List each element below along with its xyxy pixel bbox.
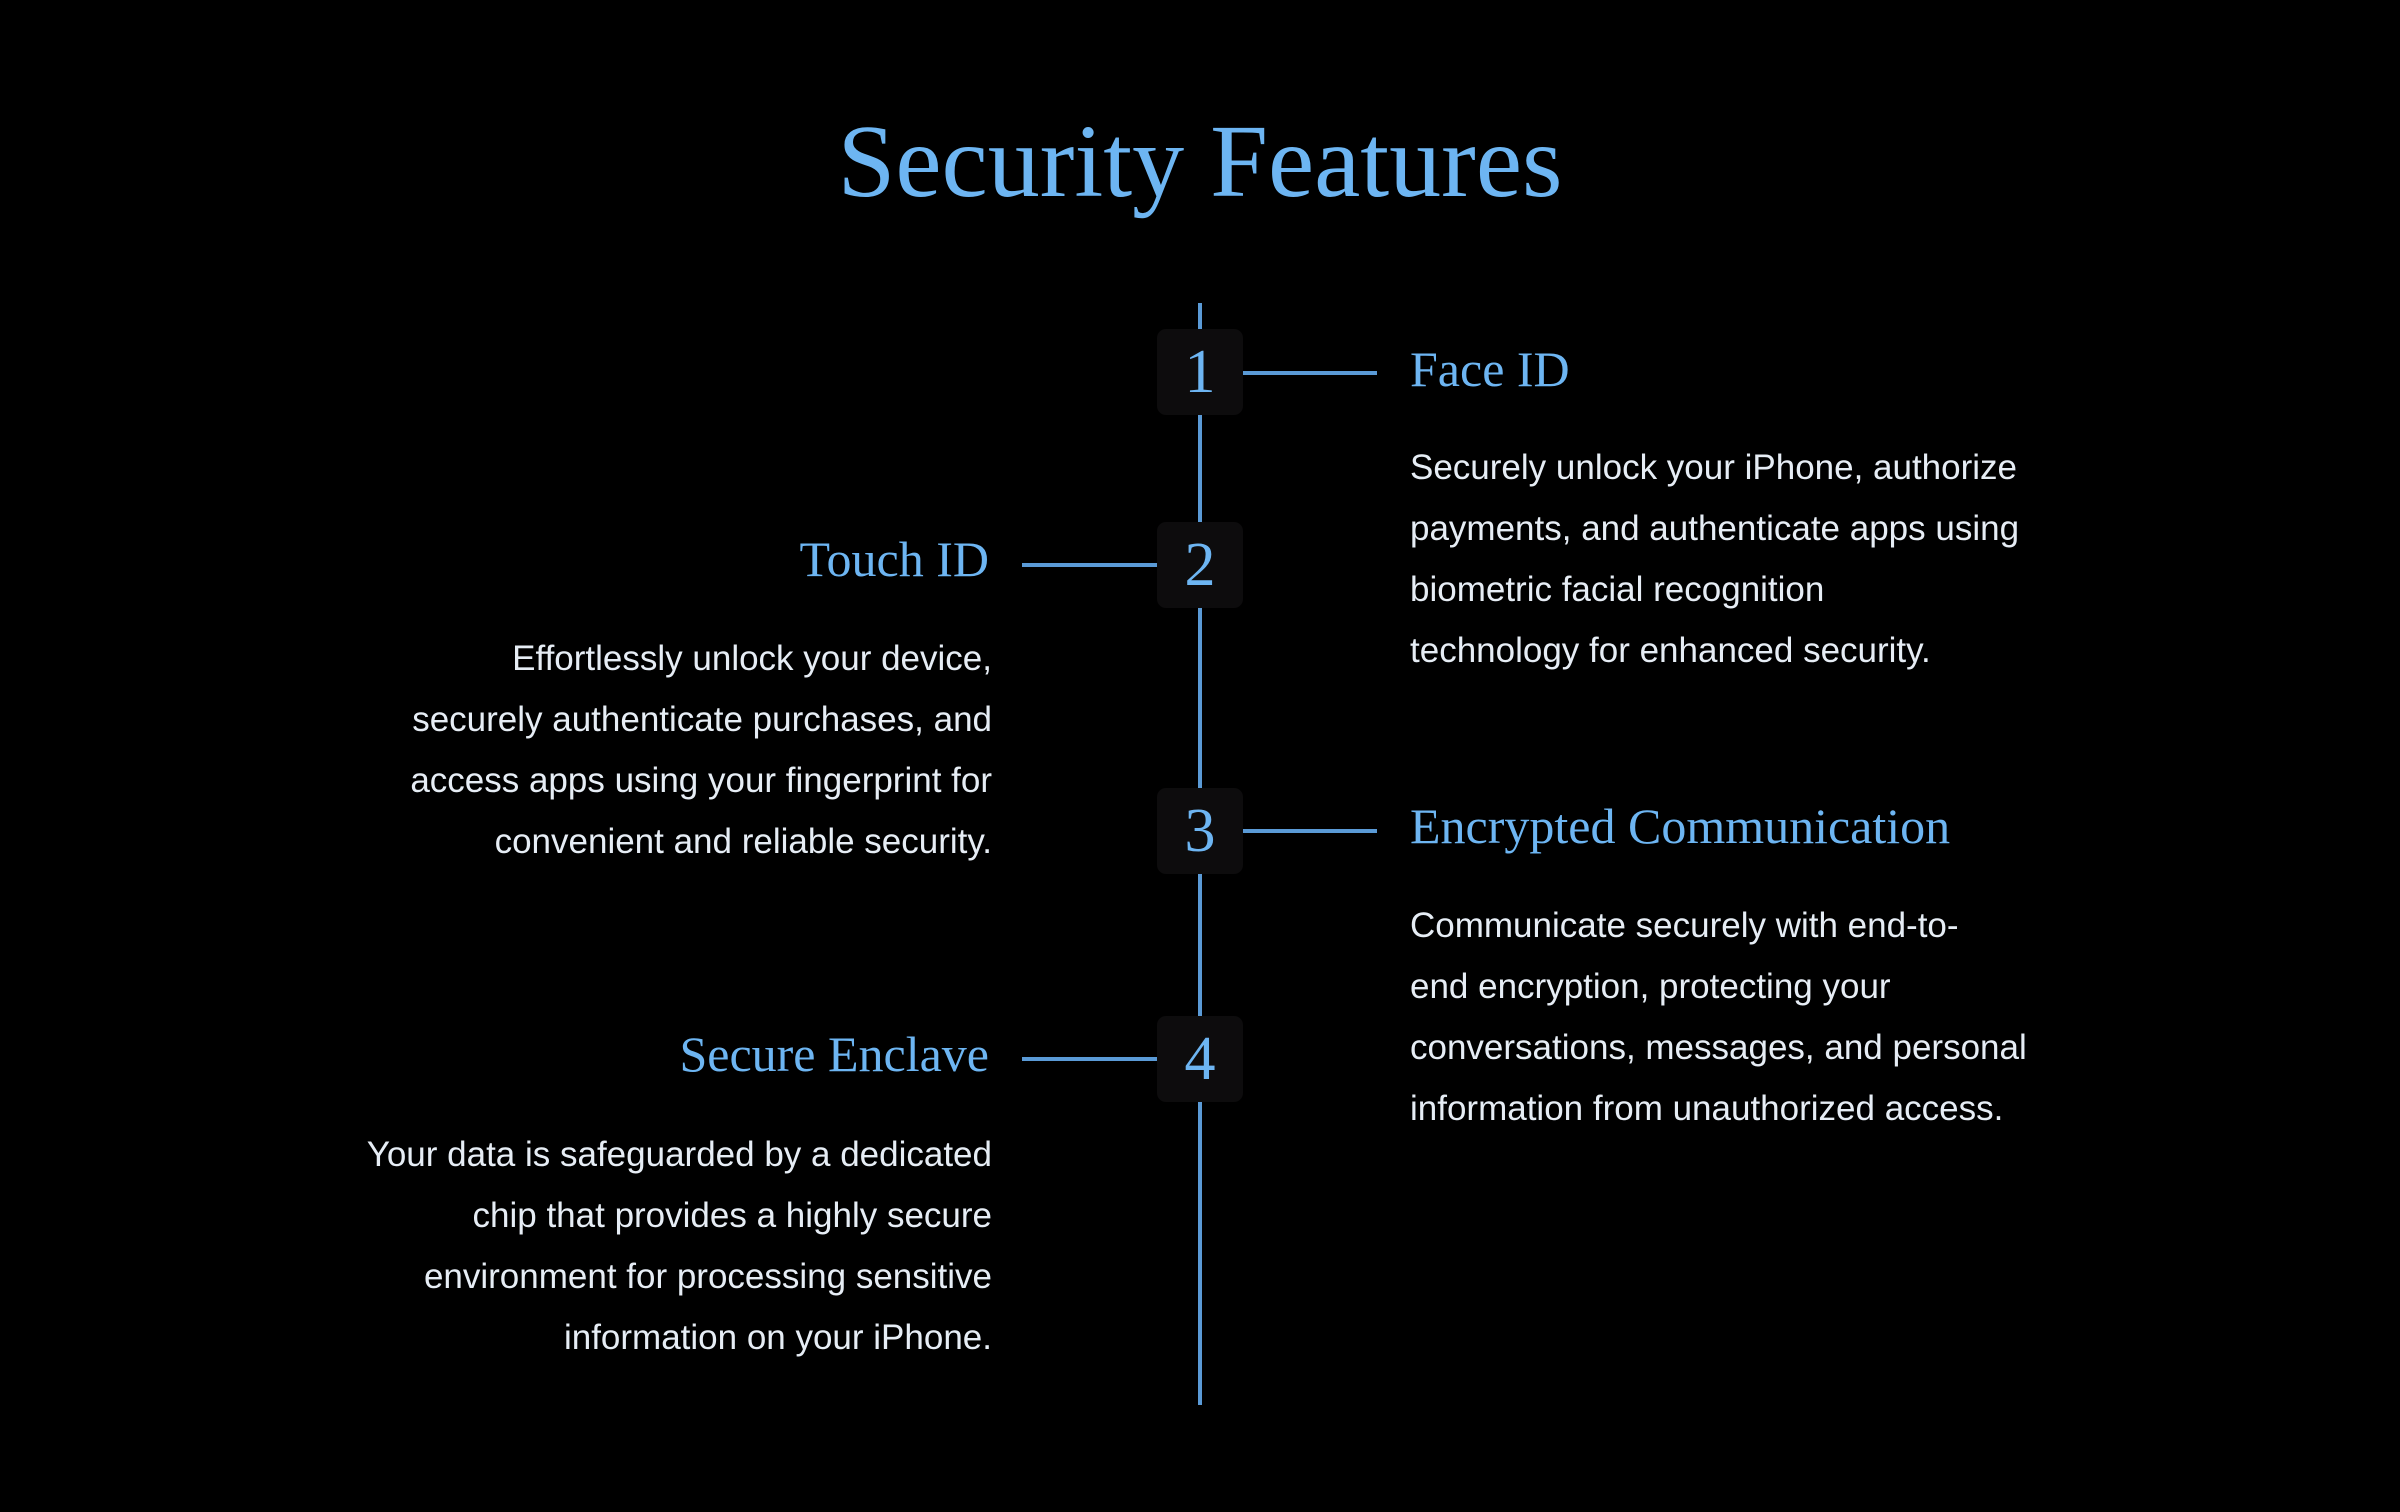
description-line: Effortlessly unlock your device, [512, 639, 992, 678]
description-line: Communicate securely with end-to- [1410, 906, 1959, 945]
feature-description-face-id: Securely unlock your iPhone, authorize p… [1410, 437, 2019, 681]
description-line: technology for enhanced security. [1410, 631, 1931, 670]
connector-line [1243, 371, 1377, 375]
page-title: Security Features [837, 104, 1563, 219]
description-line: securely authenticate purchases, and [412, 700, 992, 739]
description-line: chip that provides a highly secure [472, 1196, 992, 1235]
description-line: payments, and authenticate apps using [1410, 509, 2020, 548]
step-number-4: 4 [1157, 1016, 1243, 1102]
feature-title-secure-enclave: Secure Enclave [679, 1026, 989, 1082]
feature-title-encrypted-communication: Encrypted Communication [1410, 798, 1951, 854]
connector-line [1022, 1057, 1157, 1061]
feature-description-touch-id: Effortlessly unlock your device, securel… [410, 628, 992, 872]
step-number-2: 2 [1157, 522, 1243, 608]
feature-description-encrypted-communication: Communicate securely with end-to- end en… [1410, 895, 2027, 1139]
feature-title-touch-id: Touch ID [799, 531, 989, 587]
description-line: information on your iPhone. [563, 1318, 992, 1357]
step-number-1: 1 [1157, 329, 1243, 415]
description-line: convenient and reliable security. [494, 822, 992, 861]
description-line: biometric facial recognition [1410, 570, 1825, 609]
connector-line [1243, 829, 1377, 833]
description-line: environment for processing sensitive [423, 1257, 992, 1296]
feature-description-secure-enclave: Your data is safeguarded by a dedicated … [367, 1124, 992, 1368]
description-line: conversations, messages, and personal [1410, 1028, 2027, 1067]
description-line: Your data is safeguarded by a dedicated [366, 1135, 992, 1174]
description-line: information from unauthorized access. [1410, 1089, 2004, 1128]
description-line: access apps using your fingerprint for [410, 761, 992, 800]
feature-title-face-id: Face ID [1410, 341, 1570, 397]
description-line: Securely unlock your iPhone, authorize [1410, 448, 2018, 487]
step-number-3: 3 [1157, 788, 1243, 874]
description-line: end encryption, protecting your [1410, 967, 1891, 1006]
connector-line [1022, 563, 1157, 567]
